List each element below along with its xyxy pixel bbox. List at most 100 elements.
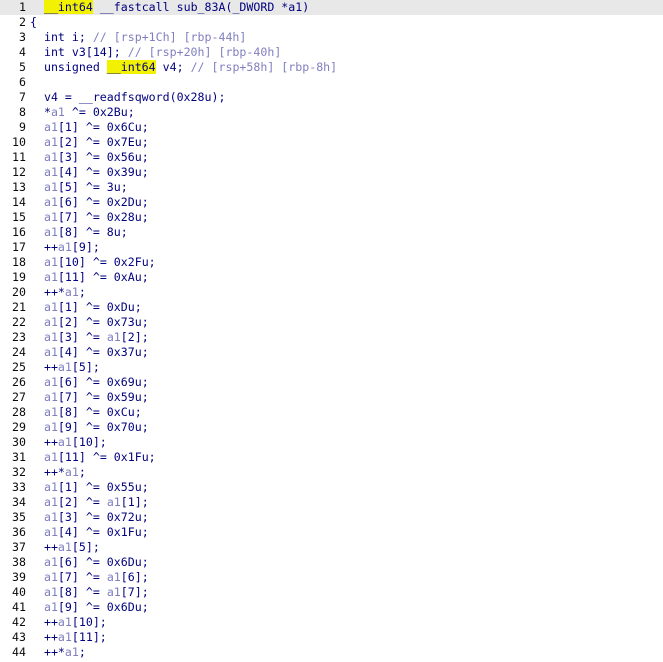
code-line[interactable]: 34 a1[2] ^= a1[1];	[0, 495, 663, 510]
code-line[interactable]: 9 a1[1] ^= 0x6Cu;	[0, 120, 663, 135]
code-token: __fastcall sub_83A(_DWORD *a1)	[92, 0, 310, 14]
code-line[interactable]: 40 a1[8] ^= a1[7];	[0, 585, 663, 600]
code-line[interactable]: 31 a1[11] ^= 0x1Fu;	[0, 450, 663, 465]
code-token: [7] ^= 0x59u;	[57, 390, 149, 404]
line-number: 19	[12, 270, 26, 284]
code-line[interactable]: 16 a1[8] ^= 8u;	[0, 225, 663, 240]
code-variable: a1	[43, 225, 58, 239]
code-variable: a1	[43, 180, 58, 194]
code-variable: a1	[43, 405, 58, 419]
code-line[interactable]: 44 ++*a1;	[0, 645, 663, 660]
code-variable: a1	[64, 285, 79, 299]
code-line[interactable]: 4 int v3[14]; // [rsp+20h] [rbp-40h]	[0, 45, 663, 60]
code-token: ++	[30, 630, 58, 644]
code-line[interactable]: 14 a1[6] ^= 0x2Du;	[0, 195, 663, 210]
code-token: [10] ^= 0x2Fu;	[57, 255, 156, 269]
code-line[interactable]: 35 a1[3] ^= 0x72u;	[0, 510, 663, 525]
line-number: 13	[12, 180, 26, 194]
code-line[interactable]: 37 ++a1[5];	[0, 540, 663, 555]
pseudocode-editor[interactable]: 1 __int64 __fastcall sub_83A(_DWORD *a1)…	[0, 0, 663, 662]
code-token: [9] ^= 0x6Du;	[57, 600, 149, 614]
code-line[interactable]: 12 a1[4] ^= 0x39u;	[0, 165, 663, 180]
code-token: [5];	[71, 540, 100, 554]
line-number: 28	[12, 405, 26, 419]
code-token: [10];	[71, 435, 107, 449]
code-line[interactable]: 28 a1[8] ^= 0xCu;	[0, 405, 663, 420]
code-line[interactable]: 13 a1[5] ^= 3u;	[0, 180, 663, 195]
code-line[interactable]: 24 a1[4] ^= 0x37u;	[0, 345, 663, 360]
code-token: [10];	[71, 615, 107, 629]
code-variable: a1	[57, 615, 72, 629]
code-line[interactable]: 18 a1[10] ^= 0x2Fu;	[0, 255, 663, 270]
code-line[interactable]: 32 ++*a1;	[0, 465, 663, 480]
code-line[interactable]: 8 *a1 ^= 0x2Bu;	[0, 105, 663, 120]
code-line[interactable]: 15 a1[7] ^= 0x28u;	[0, 210, 663, 225]
code-line[interactable]: 26 a1[6] ^= 0x69u;	[0, 375, 663, 390]
code-comment: // [rsp+20h] [rbp-40h]	[127, 45, 282, 59]
line-number: 9	[19, 120, 26, 134]
code-line[interactable]: 25 ++a1[5];	[0, 360, 663, 375]
line-number: 29	[12, 420, 26, 434]
code-line[interactable]: 42 ++a1[10];	[0, 615, 663, 630]
code-line[interactable]: 27 a1[7] ^= 0x59u;	[0, 390, 663, 405]
code-line[interactable]: 41 a1[9] ^= 0x6Du;	[0, 600, 663, 615]
line-number: 23	[12, 330, 26, 344]
code-line[interactable]: 17 ++a1[9];	[0, 240, 663, 255]
code-line[interactable]: 43 ++a1[11];	[0, 630, 663, 645]
code-token: v4 = __readfsqword(0x28u);	[30, 90, 226, 104]
line-number: 44	[12, 645, 26, 659]
code-line[interactable]: 2{	[0, 15, 663, 30]
code-token: [11] ^= 0xAu;	[57, 270, 149, 284]
code-line[interactable]: 21 a1[1] ^= 0xDu;	[0, 300, 663, 315]
line-number: 26	[12, 375, 26, 389]
code-line[interactable]: 7 v4 = __readfsqword(0x28u);	[0, 90, 663, 105]
code-variable: a1	[106, 495, 121, 509]
code-token: v4;	[155, 60, 191, 74]
code-line[interactable]: 6	[0, 75, 663, 90]
code-token: [7] ^=	[57, 570, 107, 584]
line-number: 16	[12, 225, 26, 239]
code-line[interactable]: 29 a1[9] ^= 0x70u;	[0, 420, 663, 435]
code-variable: a1	[43, 525, 58, 539]
code-variable: a1	[57, 360, 72, 374]
code-variable: a1	[43, 555, 58, 569]
code-line[interactable]: 38 a1[6] ^= 0x6Du;	[0, 555, 663, 570]
line-number: 2	[19, 15, 26, 29]
code-line[interactable]: 22 a1[2] ^= 0x73u;	[0, 315, 663, 330]
line-number: 1	[19, 0, 26, 14]
code-token: [3] ^= 0x72u;	[57, 510, 149, 524]
code-variable: a1	[43, 495, 58, 509]
code-token: {	[30, 15, 37, 29]
code-line[interactable]: 30 ++a1[10];	[0, 435, 663, 450]
line-number: 37	[12, 540, 26, 554]
code-line[interactable]: 11 a1[3] ^= 0x56u;	[0, 150, 663, 165]
line-number: 20	[12, 285, 26, 299]
line-number: 34	[12, 495, 26, 509]
code-token: [2] ^= 0x7Eu;	[57, 135, 149, 149]
code-line[interactable]: 3 int i; // [rsp+1Ch] [rbp-44h]	[0, 30, 663, 45]
line-number: 40	[12, 585, 26, 599]
highlighted-token: __int64	[43, 0, 93, 14]
code-token: [4] ^= 0x39u;	[57, 165, 149, 179]
code-variable: a1	[43, 300, 58, 314]
code-line[interactable]: 1 __int64 __fastcall sub_83A(_DWORD *a1)	[0, 0, 663, 15]
code-variable: a1	[106, 330, 121, 344]
code-line[interactable]: 39 a1[7] ^= a1[6];	[0, 570, 663, 585]
code-line[interactable]: 19 a1[11] ^= 0xAu;	[0, 270, 663, 285]
code-line[interactable]: 23 a1[3] ^= a1[2];	[0, 330, 663, 345]
line-number: 17	[12, 240, 26, 254]
code-line[interactable]: 33 a1[1] ^= 0x55u;	[0, 480, 663, 495]
code-token: ^= 0x2Bu;	[64, 105, 135, 119]
code-line[interactable]: 36 a1[4] ^= 0x1Fu;	[0, 525, 663, 540]
line-number: 25	[12, 360, 26, 374]
code-variable: a1	[43, 480, 58, 494]
code-token: ;	[78, 285, 86, 299]
line-number: 42	[12, 615, 26, 629]
code-line[interactable]: 10 a1[2] ^= 0x7Eu;	[0, 135, 663, 150]
code-line[interactable]: 5 unsigned __int64 v4; // [rsp+58h] [rbp…	[0, 60, 663, 75]
code-line[interactable]: 20 ++*a1;	[0, 285, 663, 300]
